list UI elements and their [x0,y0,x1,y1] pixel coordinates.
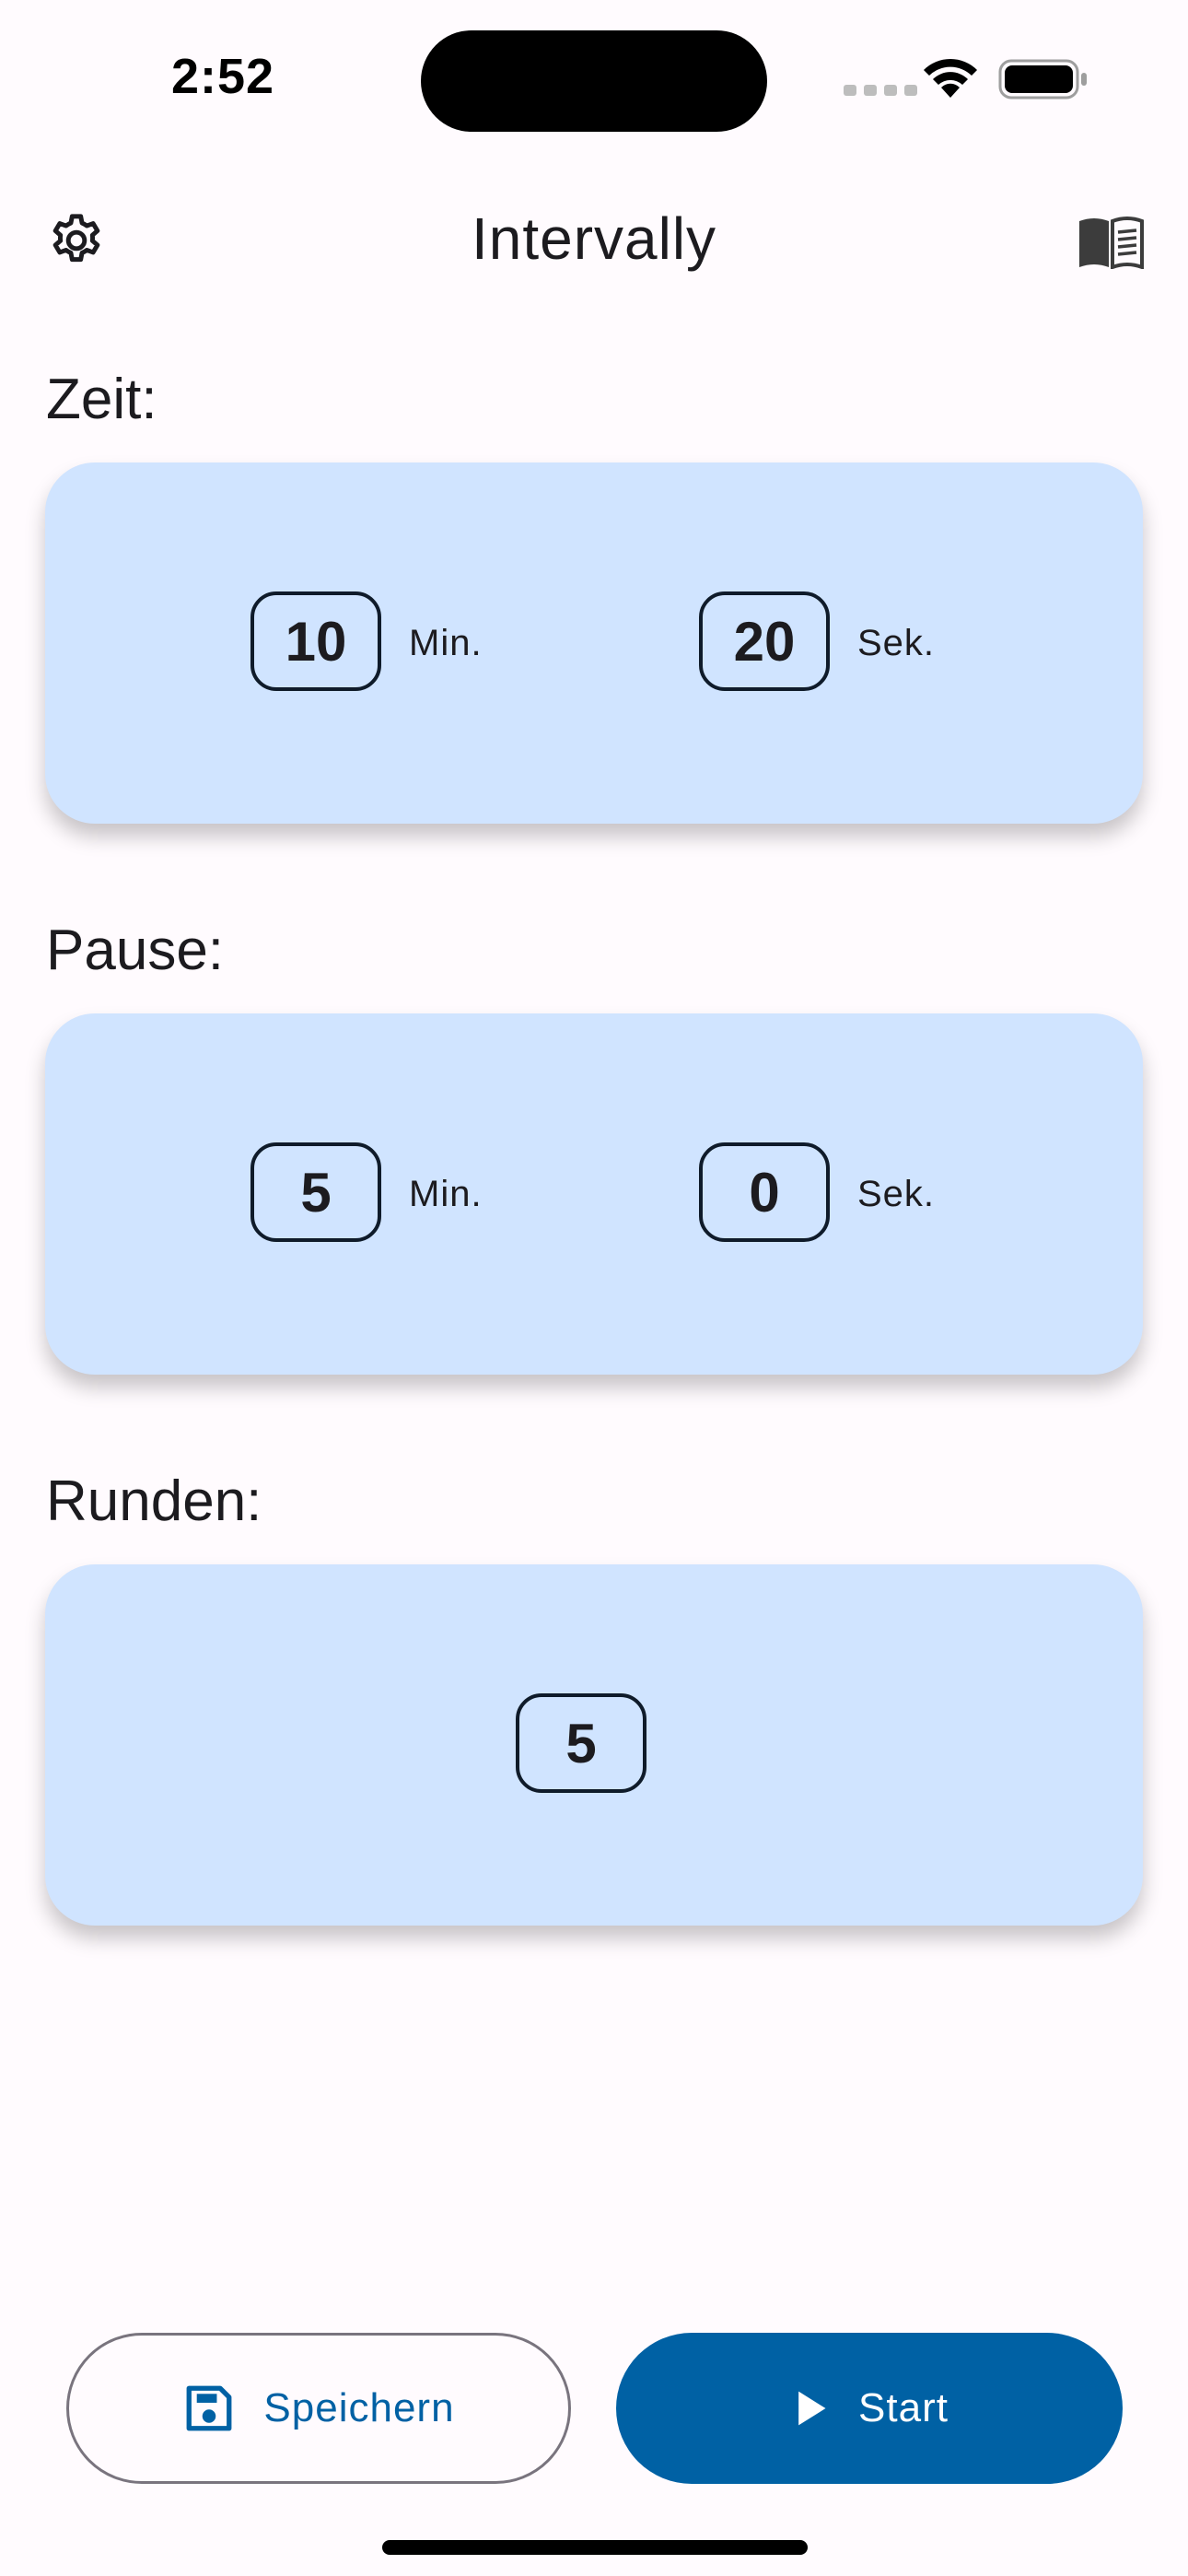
zeit-label: Zeit: [46,368,157,431]
save-icon [187,2385,232,2431]
battery-icon [998,59,1087,100]
runden-label: Runden: [46,1469,262,1533]
pause-card: 5 Min. 0 Sek. [45,1013,1143,1375]
wifi-icon [924,58,977,98]
book-icon[interactable] [1077,214,1144,269]
pause-minutes-input[interactable]: 5 [250,1142,381,1242]
screen: 2:52 Intervally Zeit: 10 Min. 20 Sek. Pa… [0,0,1188,2576]
runden-count-input[interactable]: 5 [516,1693,646,1793]
start-button-label: Start [858,2385,949,2430]
zeit-seconds-unit: Sek. [857,623,936,663]
pause-seconds-unit: Sek. [857,1174,936,1214]
home-indicator[interactable] [382,2540,808,2555]
pause-label: Pause: [46,919,225,982]
zeit-seconds-input[interactable]: 20 [699,591,830,691]
runden-card: 5 [45,1564,1143,1926]
pause-minutes-unit: Min. [409,1174,483,1214]
zeit-minutes-input[interactable]: 10 [250,591,381,691]
save-button-label: Speichern [263,2385,455,2430]
pause-seconds-input[interactable]: 0 [699,1142,830,1242]
play-icon [798,2391,826,2426]
save-button[interactable]: Speichern [66,2333,571,2484]
app-title: Intervally [471,205,717,272]
start-button[interactable]: Start [616,2333,1123,2484]
cellular-signal-icon [844,85,917,96]
dynamic-island [421,30,767,132]
status-time: 2:52 [171,49,275,104]
zeit-card: 10 Min. 20 Sek. [45,463,1143,824]
zeit-minutes-unit: Min. [409,623,483,663]
